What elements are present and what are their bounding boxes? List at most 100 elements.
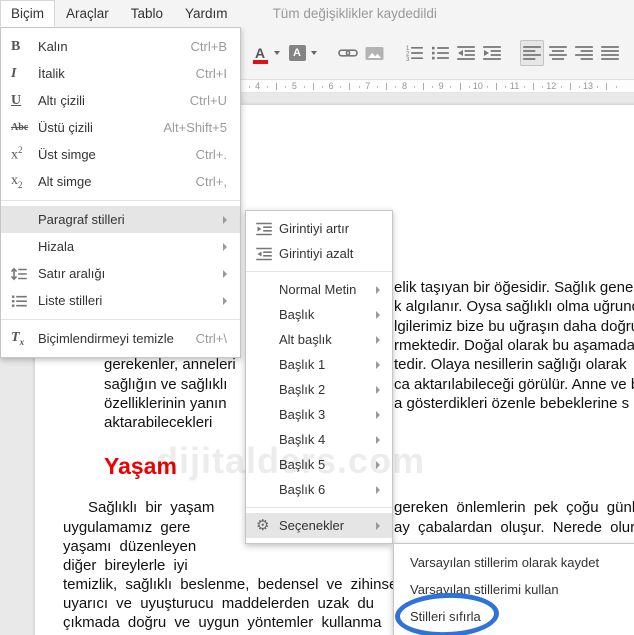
menubar-item-bicim[interactable]: Biçim: [0, 0, 55, 27]
format-menu: B Kalın Ctrl+B I İtalik Ctrl+I U Altı çizili Ctr…: [0, 27, 241, 358]
numbered-list-icon[interactable]: 123: [402, 40, 426, 66]
menu-item-secenekler[interactable]: ⚙ Seçenekler: [246, 513, 392, 538]
menu-item-kalin[interactable]: B Kalın Ctrl+B: [1, 33, 240, 60]
menu-item-label: Başlık 3: [279, 407, 326, 422]
menu-item-label: İtalik: [38, 66, 65, 81]
menu-item-alt-simge[interactable]: x2 Alt simge Ctrl+,: [1, 168, 240, 195]
menu-item-label: Paragraf stilleri: [38, 212, 125, 227]
underline-icon: U: [11, 92, 22, 108]
menu-item-label: Başlık 5: [279, 457, 326, 472]
align-center-icon[interactable]: [546, 40, 570, 66]
menu-item-varsayilan-kaydet[interactable]: Varsayılan stillerim olarak kaydet: [394, 549, 634, 576]
ruler-tick: [248, 86, 250, 88]
ruler-number: 13: [582, 81, 594, 91]
submenu-arrow-icon: [376, 521, 380, 530]
text-color-bar: [252, 60, 268, 64]
highlight-color-dropdown-arrow[interactable]: [311, 51, 317, 55]
bullet-list-icon[interactable]: [428, 40, 452, 66]
submenu-arrow-icon: [223, 242, 227, 251]
highlight-color-icon[interactable]: A: [285, 40, 309, 66]
style-options-submenu: Varsayılan stillerim olarak kaydet Varsay…: [393, 543, 634, 635]
menu-item-label: Varsayılan stillerimi kullan: [410, 582, 559, 597]
text-color-icon[interactable]: A: [248, 40, 272, 66]
ruler-tick: [349, 83, 351, 90]
document-text-line: gereken önlemlerin pek çoğu günl: [394, 499, 634, 516]
text-color-dropdown-arrow[interactable]: [274, 51, 280, 55]
menu-item-alt-baslik[interactable]: Alt başlık: [246, 327, 392, 352]
superscript-icon: x2: [11, 145, 23, 163]
justify-icon[interactable]: [598, 40, 622, 66]
ruler-tick: [468, 86, 470, 88]
ruler-tick: [532, 83, 534, 90]
gear-icon: ⚙: [256, 517, 270, 534]
menubar-item-tablo[interactable]: Tablo: [120, 0, 174, 27]
ruler-number: 4: [255, 81, 261, 91]
insert-image-icon[interactable]: [362, 40, 386, 66]
italic-icon: I: [11, 65, 17, 81]
menu-item-girintiyi-artir[interactable]: Girintiyi artır: [246, 216, 392, 241]
document-text-line: sağlığın ve sağlıklı: [104, 376, 228, 393]
menu-item-baslik-6[interactable]: Başlık 6: [246, 477, 392, 502]
menu-item-liste-stilleri[interactable]: Liste stilleri: [1, 287, 240, 314]
ruler-tick: [276, 83, 278, 90]
menu-item-italik[interactable]: I İtalik Ctrl+I: [1, 60, 240, 87]
menu-item-varsayilan-kullan[interactable]: Varsayılan stillerimi kullan: [394, 576, 634, 603]
ruler-number: 7: [365, 81, 371, 91]
menu-item-baslik-3[interactable]: Başlık 3: [246, 402, 392, 427]
document-text-line: yaşamı düzenleyen: [63, 538, 197, 555]
menu-item-ust-simge[interactable]: x2 Üst simge Ctrl+.: [1, 141, 240, 168]
ruler-tick: [432, 86, 433, 88]
menu-item-label: Normal Metin: [279, 282, 357, 297]
menu-item-girintiyi-azalt[interactable]: Girintiyi azalt: [246, 241, 392, 266]
ruler-tick: [321, 86, 323, 88]
menu-item-hizala[interactable]: Hizala: [1, 233, 240, 260]
ruler-number: 10: [472, 81, 483, 91]
menu-item-alti-cizili[interactable]: U Altı çizili Ctrl+U: [1, 87, 240, 114]
menu-item-baslik[interactable]: Başlık: [246, 302, 392, 327]
menu-item-paragraf-stilleri[interactable]: Paragraf stilleri: [1, 206, 240, 233]
document-text-line: uygulamamız gere: [63, 519, 191, 536]
menubar-item-araclar[interactable]: Araçlar: [55, 0, 120, 27]
align-right-icon[interactable]: [572, 40, 596, 66]
menu-item-label: Üst simge: [38, 147, 96, 162]
submenu-arrow-icon: [376, 460, 380, 469]
ruler-tick: [266, 86, 268, 88]
menu-item-label: Kalın: [38, 39, 68, 54]
menu-item-satir-araligi[interactable]: Satır aralığı: [1, 260, 240, 287]
menu-item-label: Başlık 1: [279, 357, 326, 372]
document-text-line: temizlik, sağlıklı beslenme, bedensel ve…: [63, 576, 401, 593]
ruler-tick: [487, 86, 489, 88]
menu-item-baslik-2[interactable]: Başlık 2: [246, 377, 392, 402]
menu-item-label: Altı çizili: [38, 93, 85, 108]
menu-item-bicimlendirmeyi-temizle[interactable]: Tx Biçimlendirmeyi temizle Ctrl+\: [1, 325, 240, 352]
menu-item-normal-metin[interactable]: Normal Metin: [246, 277, 392, 302]
document-text-line: çıkmada doğru ve uygun yöntemler kullanm…: [63, 614, 382, 631]
save-status: Tüm değişiklikler kaydedildi: [272, 6, 437, 21]
ruler-tick: [560, 86, 562, 88]
menu-separator: [246, 271, 392, 272]
strikethrough-icon: Abc: [11, 122, 29, 133]
submenu-arrow-icon: [376, 335, 380, 344]
ruler-tick: [606, 83, 608, 90]
menubar-item-yardim[interactable]: Yardım: [174, 0, 239, 27]
menu-item-stilleri-sifirla[interactable]: Stilleri sıfırla: [394, 603, 634, 630]
insert-link-icon[interactable]: [336, 40, 360, 66]
menu-item-baslik-1[interactable]: Başlık 1: [246, 352, 392, 377]
list-styles-icon: [11, 294, 38, 308]
document-text-line: tedir. Olaya nesillerin sağlığı olarak: [394, 356, 627, 373]
submenu-arrow-icon: [376, 485, 380, 494]
ruler-tick: [597, 86, 599, 88]
indent-increase-icon: [256, 222, 279, 236]
menu-item-baslik-5[interactable]: Başlık 5: [246, 452, 392, 477]
ruler-tick: [459, 83, 461, 90]
indent-decrease-icon: [256, 247, 279, 261]
menu-item-label: Satır aralığı: [38, 266, 106, 281]
ruler-tick: [578, 86, 580, 88]
align-left-icon[interactable]: [520, 40, 544, 66]
indent-increase-icon[interactable]: [480, 40, 504, 66]
menu-item-baslik-4[interactable]: Başlık 4: [246, 427, 392, 452]
indent-decrease-icon[interactable]: [454, 40, 478, 66]
menu-item-label: Üstü çizili: [38, 120, 93, 135]
ruler-number: 9: [438, 81, 444, 91]
menu-item-ustu-cizili[interactable]: Abc Üstü çizili Alt+Shift+5: [1, 114, 240, 141]
